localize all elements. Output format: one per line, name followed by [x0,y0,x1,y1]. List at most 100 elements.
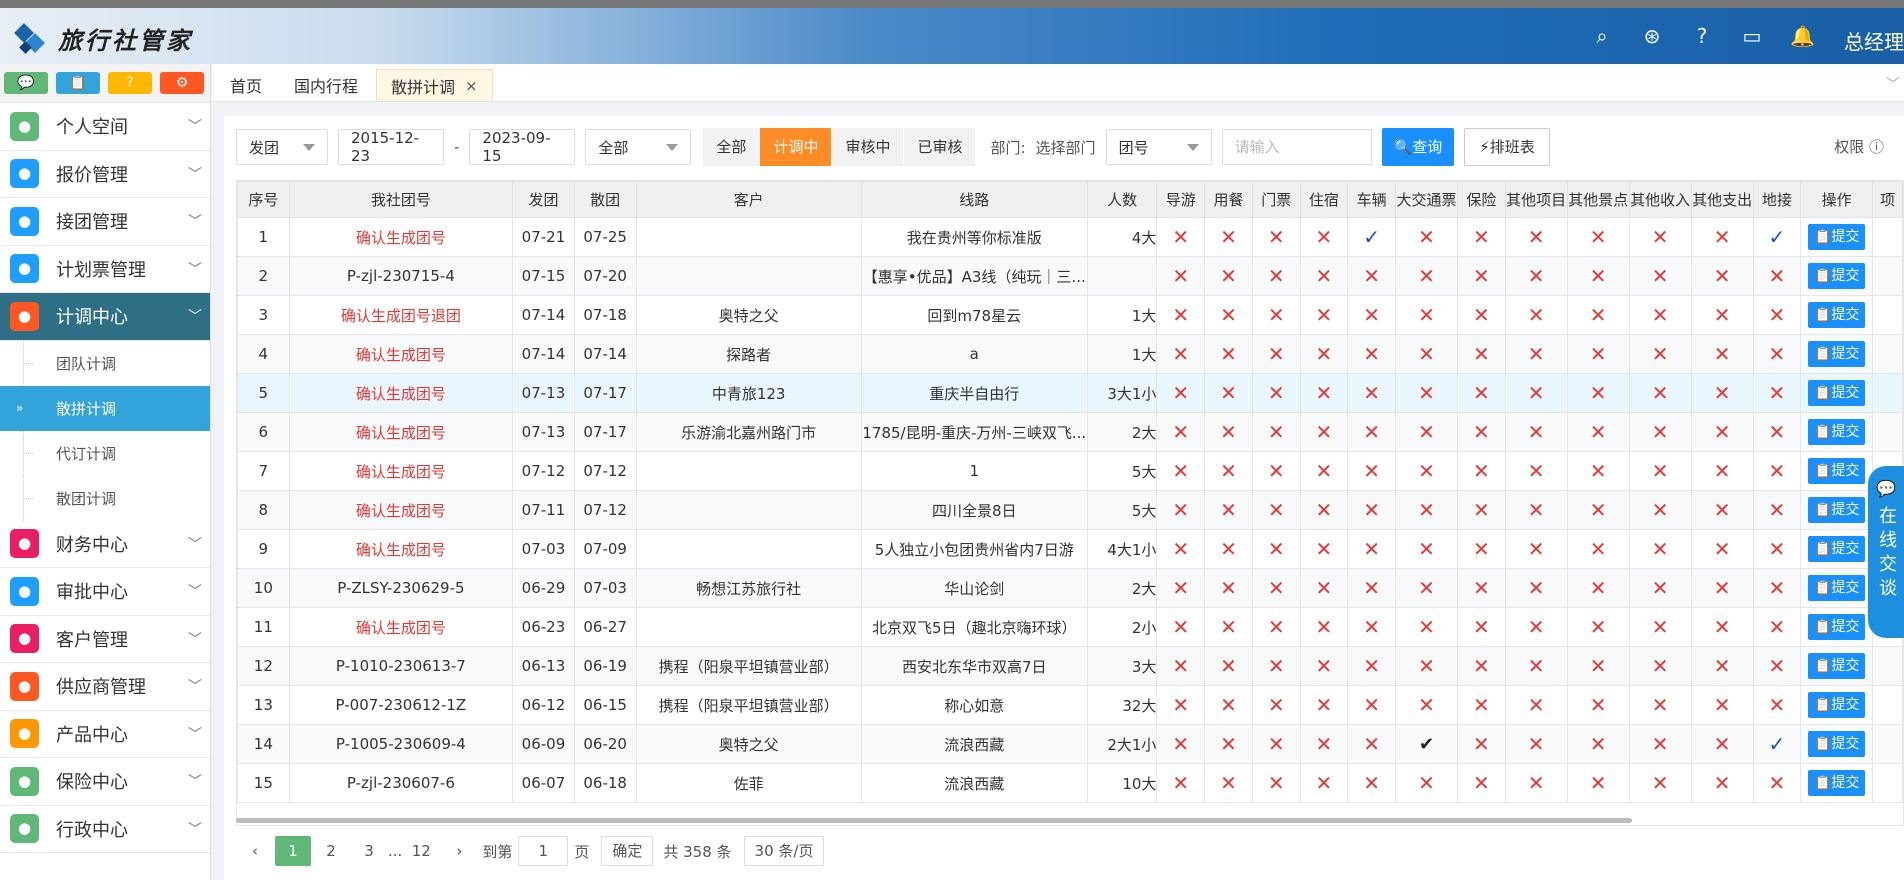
sidebar-item[interactable]: ● 客户管理 ﹀ [0,616,210,663]
sidebar-subitem[interactable]: 团队计调 [0,340,210,386]
submit-button[interactable]: 📋提交 [1807,536,1866,562]
tour-code[interactable]: 确认生成团号 [288,412,514,452]
chevron-icon[interactable]: ﹀ [1886,74,1900,94]
table-row[interactable]: 1 确认生成团号 07-21 07-25 我在贵州等你标准版 4大 ✕ ✕ ✕ ✕ ✓ ✕ ✕ ✕ ✕ ✕ ✕ ✓… [237,217,1903,257]
table-row[interactable]: 8 确认生成团号 07-11 07-12 四川全景8日 5大 ✕ ✕ ✕ ✕ ✕ ✕ ✕ ✕ ✕ ✕ ✕ ✕ 📋提交 [237,490,1903,530]
table-row[interactable]: 2 P-zjl-230715-4 07-15 07-20 【惠享•优品】A3线（纯玩｜三… [237,256,1903,296]
tour-code[interactable]: P-zjl-230607-6 [288,763,514,803]
app-logo[interactable]: 旅行社管家 [14,21,193,56]
page-2[interactable]: 2 [313,836,349,866]
help-icon[interactable]: ? [1690,24,1714,48]
submit-button[interactable]: 📋提交 [1807,497,1866,523]
tour-code[interactable]: P-1010-230613-7 [288,646,514,686]
close-icon[interactable]: × [465,77,478,95]
table-row[interactable]: 6 确认生成团号 07-13 07-17 乐游渝北嘉州路门市 1785/昆明-重庆-万州-… [237,412,1903,452]
sidebar-item[interactable]: ● 接团管理 ﹀ [0,198,210,246]
tour-code[interactable]: P-zjl-230715-4 [288,256,514,296]
tab-home[interactable]: 首页 [216,69,276,101]
submit-button[interactable]: 📋提交 [1807,419,1866,445]
sidebar-item[interactable]: ● 计调中心 ﹀ [0,293,210,341]
tour-code[interactable]: 确认生成团号 [288,529,514,569]
tour-code[interactable]: 确认生成团号 [288,490,514,530]
search-input[interactable]: 请输入 [1221,129,1372,165]
sidebar-item[interactable]: ● 产品中心 ﹀ [0,711,210,758]
table-row[interactable]: 5 确认生成团号 07-13 07-17 中青旅123 重庆半自由行 3大1小 ✕ ✕ ✕ ✕ ✕ ✕ ✕… [237,373,1903,413]
submit-button[interactable]: 📋提交 [1807,575,1866,601]
submit-button[interactable]: 📋提交 [1807,380,1866,406]
submit-button[interactable]: 📋提交 [1807,614,1866,640]
tour-code[interactable]: P-1005-230609-4 [288,724,514,764]
page-last[interactable]: 12 [403,836,439,866]
bell-icon[interactable]: 🔔 [1790,24,1815,48]
submit-button[interactable]: 📋提交 [1807,458,1866,484]
sidebar-subitem[interactable]: » 散拼计调 [0,385,210,431]
scope-select[interactable]: 全部 [585,129,692,165]
user-menu[interactable]: 总经理 [1844,26,1904,55]
table-row[interactable]: 15 P-zjl-230607-6 06-07 06-18 佐菲 流浪西藏 10大 ✕ ✕ ✕ ✕ ✕… [237,763,1903,803]
tour-code[interactable]: 确认生成团号退团 [288,295,514,335]
sidebar-subitem[interactable]: 散团计调 [0,475,210,521]
clipboard-icon[interactable]: 📋 [56,72,100,94]
submit-button[interactable]: 📋提交 [1807,263,1866,289]
table-row[interactable]: 11 确认生成团号 06-23 06-27 北京双飞5日（趣北京嗨环球） 2小 ✕ ✕ ✕ ✕ ✕ ✕… [237,607,1903,647]
tab-domestic-itinerary[interactable]: 国内行程 [280,69,372,101]
permission-label[interactable]: 权限 ⓘ [1834,136,1884,157]
sidebar-item[interactable]: ● 保险中心 ﹀ [0,758,210,806]
submit-button[interactable]: 📋提交 [1807,653,1866,679]
tour-code[interactable]: 确认生成团号 [288,217,514,257]
submit-button[interactable]: 📋提交 [1807,341,1866,367]
tour-code[interactable]: 确认生成团号 [288,334,514,374]
sidebar-item[interactable]: ● 财务中心 ﹀ [0,521,210,568]
page-1[interactable]: 1 [275,836,311,866]
search-icon[interactable]: ⌕ [1590,24,1614,48]
tour-code[interactable]: P-ZLSY-230629-5 [288,568,514,608]
status-approved[interactable]: 已审核 [904,128,977,166]
table-row[interactable]: 10 P-ZLSY-230629-5 06-29 07-03 畅想江苏旅行社 华山论剑 2大… [237,568,1903,608]
page-size-select[interactable]: 30 条/页 [743,836,825,866]
submit-button[interactable]: 📋提交 [1807,770,1866,796]
table-row[interactable]: 3 确认生成团号退团 07-14 07-18 奥特之父 回到m78星云 1大 ✕ ✕ ✕ ✕ ✕ ✕ ✕ ✕… [237,295,1903,335]
tab-scatter-dispatch[interactable]: 散拼计调 × [376,69,493,101]
field-select[interactable]: 团号 [1105,129,1212,165]
sidebar-item[interactable]: ● 个人空间 ﹀ [0,103,210,151]
sidebar-item[interactable]: ● 行政中心 ﹀ [0,806,210,853]
table-row[interactable]: 14 P-1005-230609-4 06-09 06-20 奥特之父 流浪西藏 2大1小 ✕… [237,724,1903,764]
submit-button[interactable]: 📋提交 [1807,224,1866,250]
sidebar-item[interactable]: ● 供应商管理 ﹀ [0,663,210,711]
date-to-input[interactable]: 2023-09-15 [469,129,576,165]
dept-select[interactable]: 选择部门 [1036,137,1096,158]
table-row[interactable]: 7 确认生成团号 07-12 07-12 1 5大 ✕ ✕ ✕ ✕ ✕ ✕ ✕ ✕ ✕ ✕ ✕ ✕ 📋提交 [237,451,1903,491]
query-button[interactable]: 🔍查询 [1381,128,1455,166]
submit-button[interactable]: 📋提交 [1807,692,1866,718]
submit-button[interactable]: 📋提交 [1807,731,1866,757]
chat-icon[interactable]: 💬 [4,72,48,94]
submit-button[interactable]: 📋提交 [1807,302,1866,328]
tour-code[interactable]: 确认生成团号 [288,373,514,413]
sidebar-subitem[interactable]: 代订计调 [0,430,210,476]
table-row[interactable]: 4 确认生成团号 07-14 07-14 探路者 a 1大 ✕ ✕ ✕ ✕ ✕ ✕ ✕ ✕ ✕ ✕ ✕ ✕ 📋提交 [237,334,1903,374]
settings-icon[interactable]: ⚙ [160,72,204,94]
goto-input[interactable]: 1 [518,836,569,866]
table-row[interactable]: 13 P-007-230612-1Z 06-12 06-15 携程（阳泉平坦镇营业部）称… [237,685,1903,725]
status-in-progress[interactable]: 计调中 [760,128,833,166]
tour-code[interactable]: 确认生成团号 [288,451,514,491]
table-row[interactable]: 12 P-1010-230613-7 06-13 06-19 携程（阳泉平坦镇营业部）西… [237,646,1903,686]
sidebar-item[interactable]: ● 审批中心 ﹀ [0,568,210,616]
tour-code[interactable]: 确认生成团号 [288,607,514,647]
schedule-button[interactable]: ⚡排班表 [1464,128,1550,166]
status-all[interactable]: 全部 [703,128,761,166]
confirm-button[interactable]: 确定 [601,836,654,866]
monitor-icon[interactable]: ▭ [1740,24,1764,48]
online-chat-button[interactable]: 💬 在线交谈 [1868,466,1904,638]
type-select[interactable]: 发团 [236,129,328,165]
horizontal-scrollbar[interactable] [236,818,1632,823]
prev-page-button[interactable]: ‹ [237,836,273,866]
status-reviewing[interactable]: 审核中 [832,128,905,166]
sidebar-item[interactable]: ● 计划票管理 ﹀ [0,246,210,293]
help-icon[interactable]: ? [108,72,152,94]
next-page-button[interactable]: › [441,836,477,866]
tour-code[interactable]: P-007-230612-1Z [288,685,514,725]
sidebar-item[interactable]: ● 报价管理 ﹀ [0,151,210,198]
table-row[interactable]: 9 确认生成团号 07-03 07-09 5人独立小包团贵州省内7日游 4大1小 ✕ ✕ ✕ ✕ ✕… [237,529,1903,569]
date-from-input[interactable]: 2015-12-23 [338,129,444,165]
